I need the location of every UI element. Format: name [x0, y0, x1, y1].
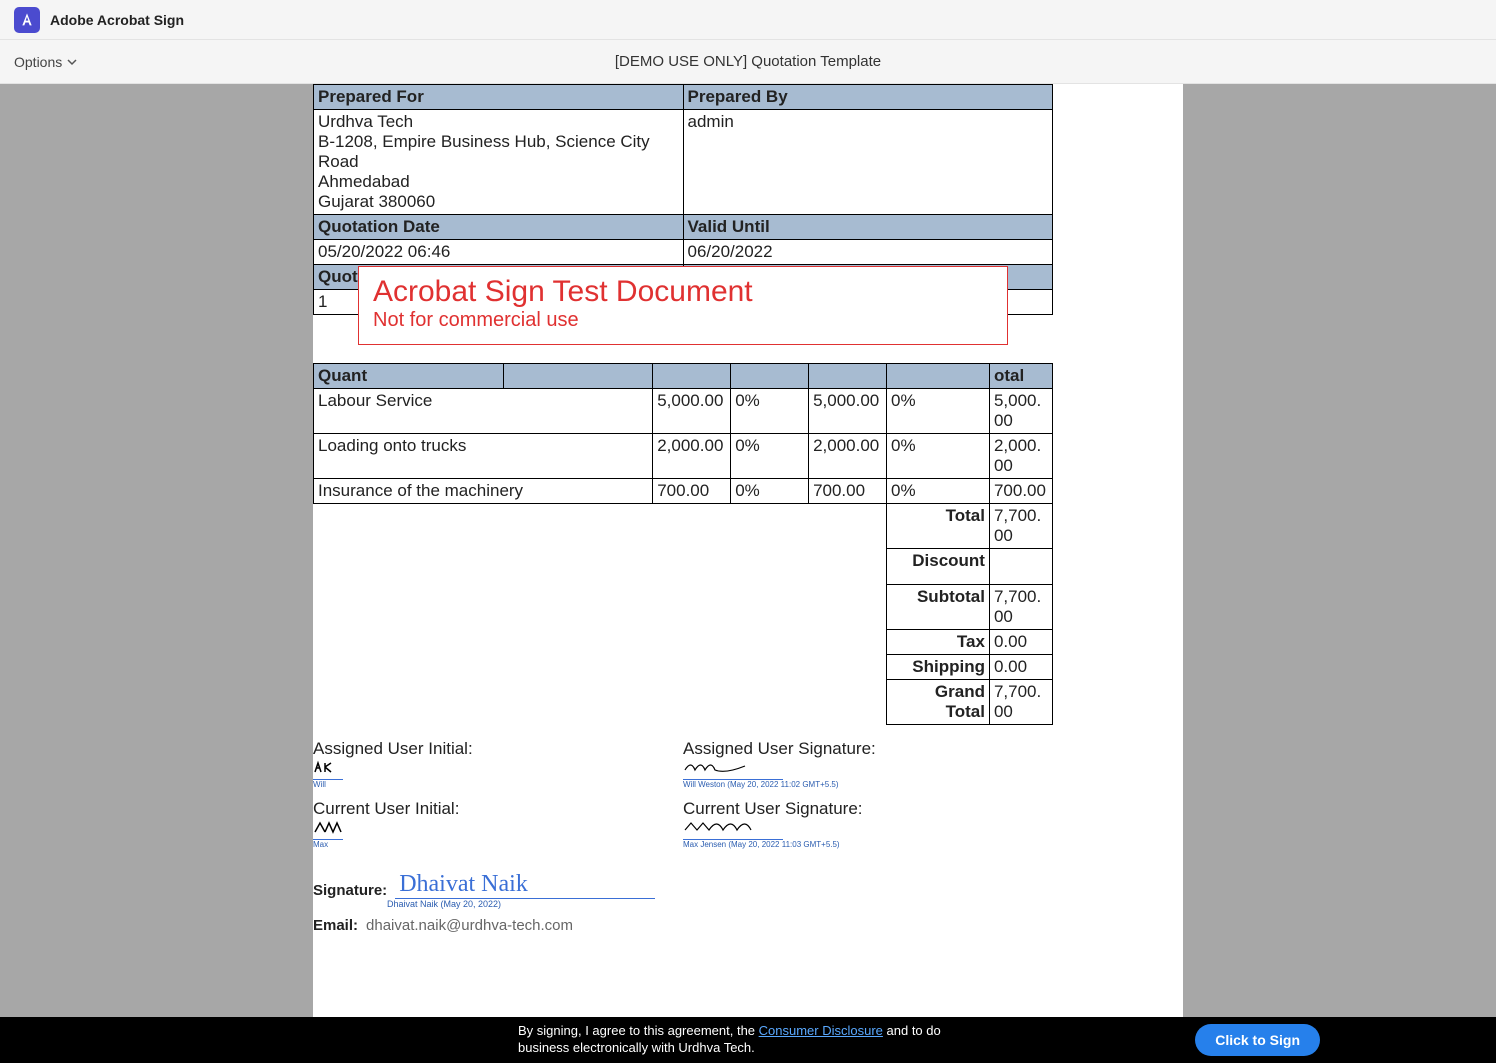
tax-value: 0.00 — [994, 632, 1027, 651]
assigned-signature-label: Assigned User Signature: — [683, 739, 1053, 759]
app-title: Adobe Acrobat Sign — [50, 12, 184, 28]
signature-area: Assigned User Initial: Will Assigned Use… — [313, 739, 1053, 934]
line-price: 5,000.00 — [657, 391, 723, 410]
tax-label: Tax — [957, 632, 985, 651]
line-tax: 0% — [891, 436, 916, 455]
document-viewport[interactable]: Prepared For Prepared By Urdhva Tech B-1… — [0, 84, 1496, 1063]
titlebar: Adobe Acrobat Sign — [0, 0, 1496, 40]
click-to-sign-button[interactable]: Click to Sign — [1195, 1024, 1320, 1056]
line-sub: 5,000.00 — [813, 391, 879, 410]
prepared-for-value: Urdhva Tech B-1208, Empire Business Hub,… — [318, 112, 650, 211]
total-value: 7,700.00 — [994, 506, 1041, 545]
signature-meta: Dhaivat Naik (May 20, 2022) — [387, 899, 1053, 909]
line-total: 700.00 — [994, 481, 1046, 500]
line-desc: Loading onto trucks — [318, 436, 466, 455]
email-value: dhaivat.naik@urdhva-tech.com — [366, 917, 573, 934]
document-page: Prepared For Prepared By Urdhva Tech B-1… — [313, 84, 1183, 1054]
quotation-date-value: 05/20/2022 06:46 — [318, 242, 450, 261]
discount-label: Discount — [912, 551, 985, 570]
quotation-date-header: Quotation Date — [318, 217, 440, 236]
assigned-initial-caption: Will — [313, 780, 683, 789]
grand-total-value: 7,700.00 — [994, 682, 1041, 721]
current-signature-caption: Max Jensen (May 20, 2022 11:03 GMT+5.5) — [683, 840, 1053, 849]
watermark-banner: Acrobat Sign Test Document Not for comme… — [358, 266, 1008, 345]
line-desc: Insurance of the machinery — [318, 481, 523, 500]
footer-text-pre: By signing, I agree to this agreement, t… — [518, 1023, 759, 1038]
signature-label: Signature: — [313, 882, 387, 899]
col-total: otal — [994, 366, 1024, 385]
acrobat-icon — [19, 12, 35, 28]
table-row: Insurance of the machinery 700.00 0% 700… — [314, 479, 1053, 504]
prepared-by-header: Prepared By — [688, 87, 788, 106]
prepared-for-header: Prepared For — [318, 87, 424, 106]
grand-total-label: Grand Total — [935, 682, 985, 721]
line-items-table: Quant otal Labour Service 5,000.00 0% 5,… — [313, 363, 1053, 725]
watermark-title: Acrobat Sign Test Document — [373, 275, 993, 309]
consumer-disclosure-link[interactable]: Consumer Disclosure — [759, 1023, 883, 1038]
line-price: 2,000.00 — [657, 436, 723, 455]
assigned-initial-label: Assigned User Initial: — [313, 739, 683, 759]
col-quant: Quant — [318, 366, 367, 385]
current-initial-image — [313, 819, 343, 840]
watermark-subtitle: Not for commercial use — [373, 309, 993, 332]
signature-value: Dhaivat Naik — [395, 871, 655, 899]
shipping-value: 0.00 — [994, 657, 1027, 676]
subtotal-label: Subtotal — [917, 587, 985, 606]
options-label: Options — [14, 54, 62, 70]
line-disc: 0% — [735, 436, 760, 455]
valid-until-value: 06/20/2022 — [688, 242, 773, 261]
current-signature-label: Current User Signature: — [683, 799, 1053, 819]
line-desc: Labour Service — [318, 391, 432, 410]
current-initial-caption: Max — [313, 840, 683, 849]
assigned-initial-image — [313, 759, 343, 780]
line-sub: 2,000.00 — [813, 436, 879, 455]
app-logo — [14, 7, 40, 33]
assigned-signature-caption: Will Weston (May 20, 2022 11:02 GMT+5.5) — [683, 780, 1053, 789]
shipping-label: Shipping — [912, 657, 985, 676]
current-initial-label: Current User Initial: — [313, 799, 683, 819]
prepared-by-value: admin — [688, 112, 734, 131]
table-row: Labour Service 5,000.00 0% 5,000.00 0% 5… — [314, 389, 1053, 434]
line-price: 700.00 — [657, 481, 709, 500]
line-disc: 0% — [735, 391, 760, 410]
total-label: Total — [946, 506, 985, 525]
chevron-down-icon — [66, 56, 78, 68]
subtotal-value: 7,700.00 — [994, 587, 1041, 626]
current-signature-image — [683, 819, 783, 840]
assigned-signature-image — [683, 759, 783, 780]
quote-number-value: 1 — [318, 292, 327, 311]
line-tax: 0% — [891, 481, 916, 500]
table-row: Loading onto trucks 2,000.00 0% 2,000.00… — [314, 434, 1053, 479]
email-label: Email: — [313, 917, 358, 934]
toolbar: Options [DEMO USE ONLY] Quotation Templa… — [0, 40, 1496, 84]
footer-bar: By signing, I agree to this agreement, t… — [0, 1017, 1496, 1063]
valid-until-header: Valid Until — [688, 217, 770, 236]
line-total: 5,000.00 — [994, 391, 1041, 430]
line-total: 2,000.00 — [994, 436, 1041, 475]
line-tax: 0% — [891, 391, 916, 410]
options-menu[interactable]: Options — [8, 50, 84, 74]
line-disc: 0% — [735, 481, 760, 500]
signature-field[interactable]: Signature: Dhaivat Naik — [313, 871, 1053, 899]
footer-message: By signing, I agree to this agreement, t… — [518, 1023, 978, 1057]
line-sub: 700.00 — [813, 481, 865, 500]
document-title: [DEMO USE ONLY] Quotation Template — [615, 53, 881, 70]
